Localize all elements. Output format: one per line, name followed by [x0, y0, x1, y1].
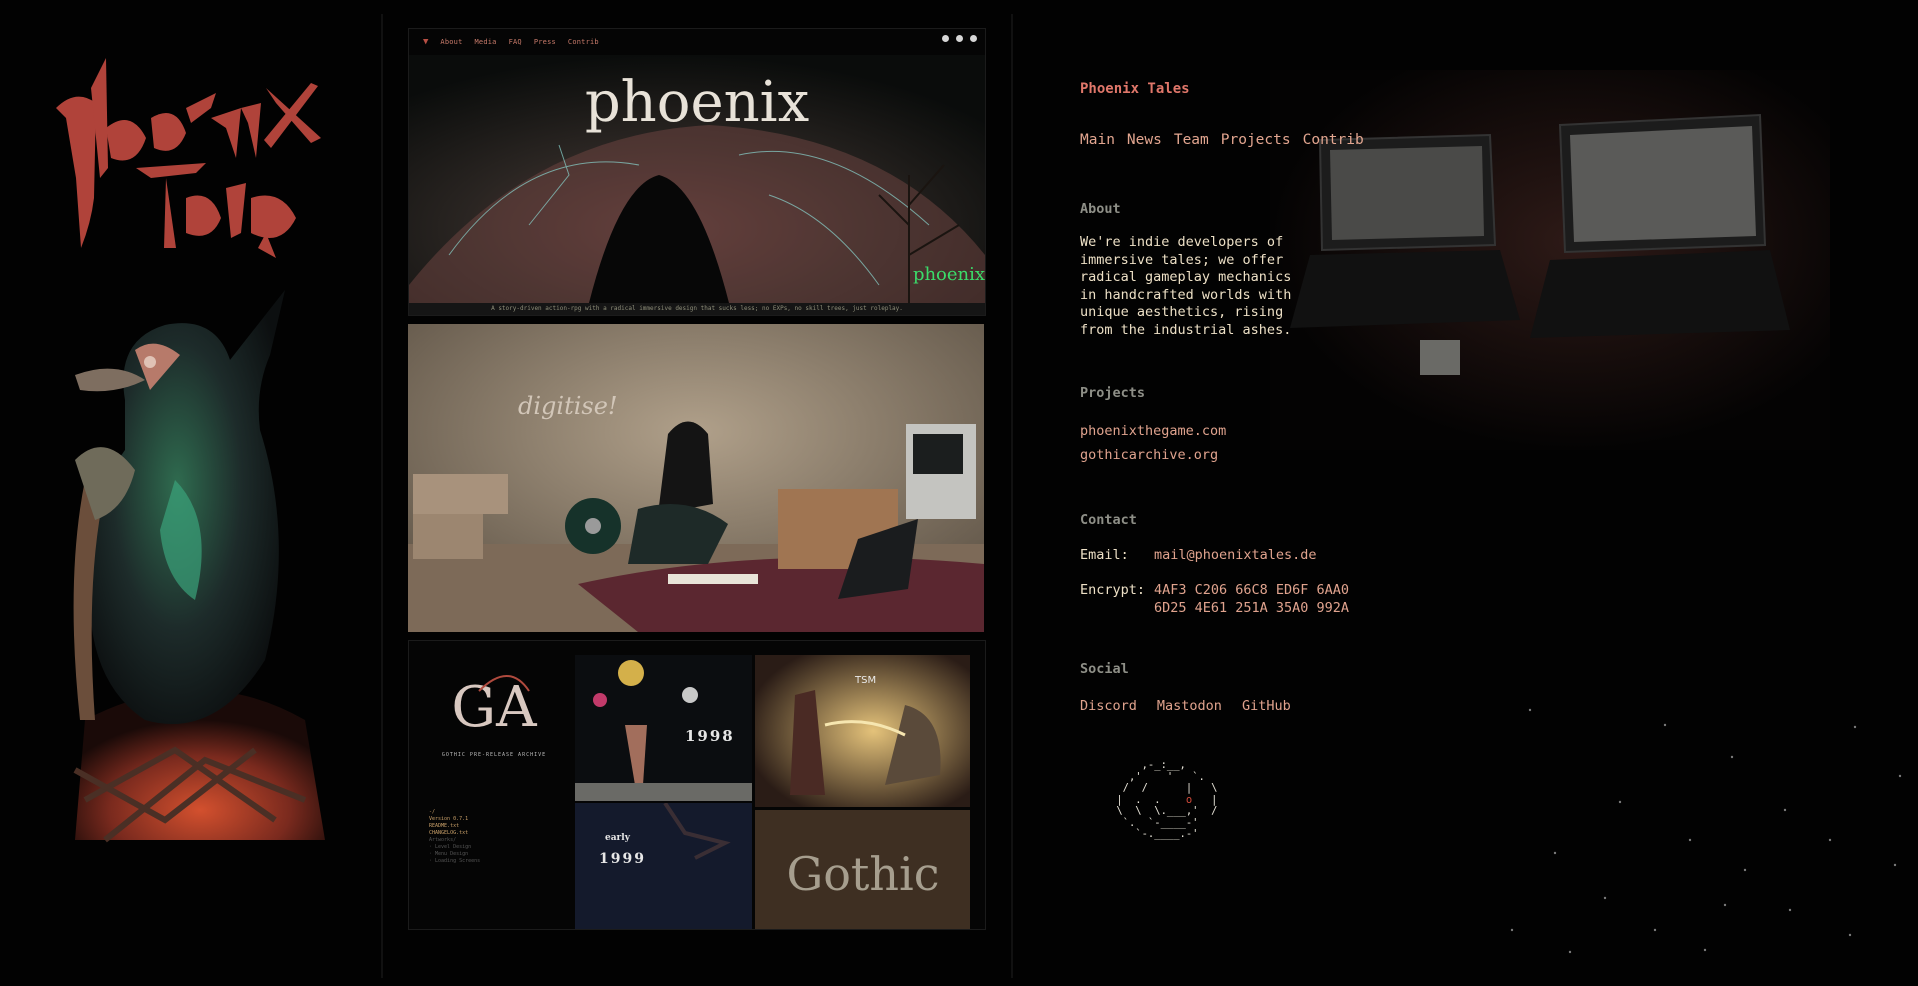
banner-title: phoenix: [585, 70, 809, 135]
nav-projects[interactable]: Projects: [1221, 132, 1291, 148]
phoenix-bird-artwork: [73, 290, 325, 843]
mini-social-icons: [942, 35, 977, 42]
wall-text: digitise!: [518, 392, 618, 420]
gothicarchive-screenshot[interactable]: GA GOTHIC PRE-RELEASE ARCHIVE -/ Version…: [408, 640, 986, 930]
tile-tsw[interactable]: TSM: [755, 655, 970, 807]
encrypt-fingerprint-line2: 6D25 4E61 251A 35A0 992A: [1154, 600, 1350, 616]
email-link[interactable]: mail@phoenixtales.de: [1154, 547, 1317, 563]
starfield-decoration: [1510, 708, 1902, 954]
encrypt-fingerprint-line1: 4AF3 C206 66C8 ED6F 6AA0: [1154, 582, 1350, 598]
mini-site-nav: ▼ About Media FAQ Press Contrib: [409, 29, 985, 55]
svg-text:TSM: TSM: [854, 675, 876, 686]
about-heading: About: [1080, 201, 1121, 217]
archive-title: GOTHIC PRE-RELEASE ARCHIVE: [442, 752, 546, 758]
nav-team[interactable]: Team: [1174, 132, 1209, 148]
tile-year-1998: 1998: [685, 727, 735, 745]
social-link-mastodon[interactable]: Mastodon: [1157, 698, 1222, 714]
tile-year-1999: 1999: [599, 851, 646, 867]
phoenix-tales-logo: [56, 58, 321, 258]
digitise-photo[interactable]: digitise!: [408, 324, 984, 632]
archive-tiles: 1998 TSM early 1999 Gothic: [575, 655, 972, 929]
tile-early-1999[interactable]: early 1999: [575, 803, 752, 929]
mini-nav-item: Media: [474, 38, 497, 46]
social-link-discord[interactable]: Discord: [1080, 698, 1137, 714]
site-title[interactable]: Phoenix Tales: [1080, 81, 1190, 97]
mini-nav-item: FAQ: [508, 38, 522, 46]
discord-icon: [956, 35, 963, 42]
archive-readme-list: -/ Version 0.7.1 README.txt CHANGELOG.tx…: [429, 809, 481, 864]
contact-heading: Contact: [1080, 512, 1137, 528]
mini-nav-item: Press: [533, 38, 556, 46]
nav-contrib[interactable]: Contrib: [1303, 132, 1364, 148]
main-nav: Main News Team Projects Contrib: [1080, 132, 1364, 148]
tile-gothic[interactable]: Gothic: [755, 810, 970, 929]
email-label: Email:: [1080, 547, 1129, 563]
project-link-phoenixthegame[interactable]: phoenixthegame.com: [1080, 423, 1226, 439]
projects-heading: Projects: [1080, 385, 1146, 401]
column-divider-left: [381, 14, 383, 978]
left-artwork-column: [0, 0, 380, 986]
nav-main[interactable]: Main: [1080, 132, 1115, 148]
about-text: We're indie developers of immersive tale…: [1080, 234, 1292, 338]
phoenixthegame-screenshot[interactable]: ▼ About Media FAQ Press Contrib phoenix …: [408, 28, 986, 316]
project-link-gothicarchive[interactable]: gothicarchive.org: [1080, 447, 1218, 463]
mini-logo-icon: ▼: [423, 37, 429, 47]
mini-nav-item: Contrib: [567, 38, 599, 46]
laptops-background-photo: [1270, 70, 1830, 450]
column-divider-right: [1011, 14, 1013, 978]
social-links: Discord Mastodon GitHub: [1080, 698, 1291, 714]
ascii-phoenix-art: ,-_:__, ,' ' `. / / | \ | . . o | \ \ \.…: [1116, 759, 1218, 840]
phoenix-banner-image: phoenix phoenix: [409, 55, 985, 303]
encrypt-label: Encrypt:: [1080, 582, 1146, 598]
nav-news[interactable]: News: [1127, 132, 1162, 148]
screenshot-gallery: ▼ About Media FAQ Press Contrib phoenix …: [408, 28, 986, 930]
tile-1998[interactable]: 1998: [575, 655, 752, 801]
svg-text:phoenix: phoenix: [913, 264, 985, 285]
archive-sidebar: GA GOTHIC PRE-RELEASE ARCHIVE -/ Version…: [419, 651, 569, 921]
mini-nav-item: About: [440, 38, 463, 46]
tile-early-label: early: [605, 833, 630, 843]
social-heading: Social: [1080, 661, 1129, 677]
social-link-github[interactable]: GitHub: [1242, 698, 1291, 714]
version-label: Version 0.7.1: [429, 816, 469, 822]
mastodon-icon: [942, 35, 949, 42]
banner-caption: A story-driven action-rpg with a radical…: [409, 303, 985, 315]
tile-gothic-text: Gothic: [786, 847, 939, 901]
github-icon: [970, 35, 977, 42]
